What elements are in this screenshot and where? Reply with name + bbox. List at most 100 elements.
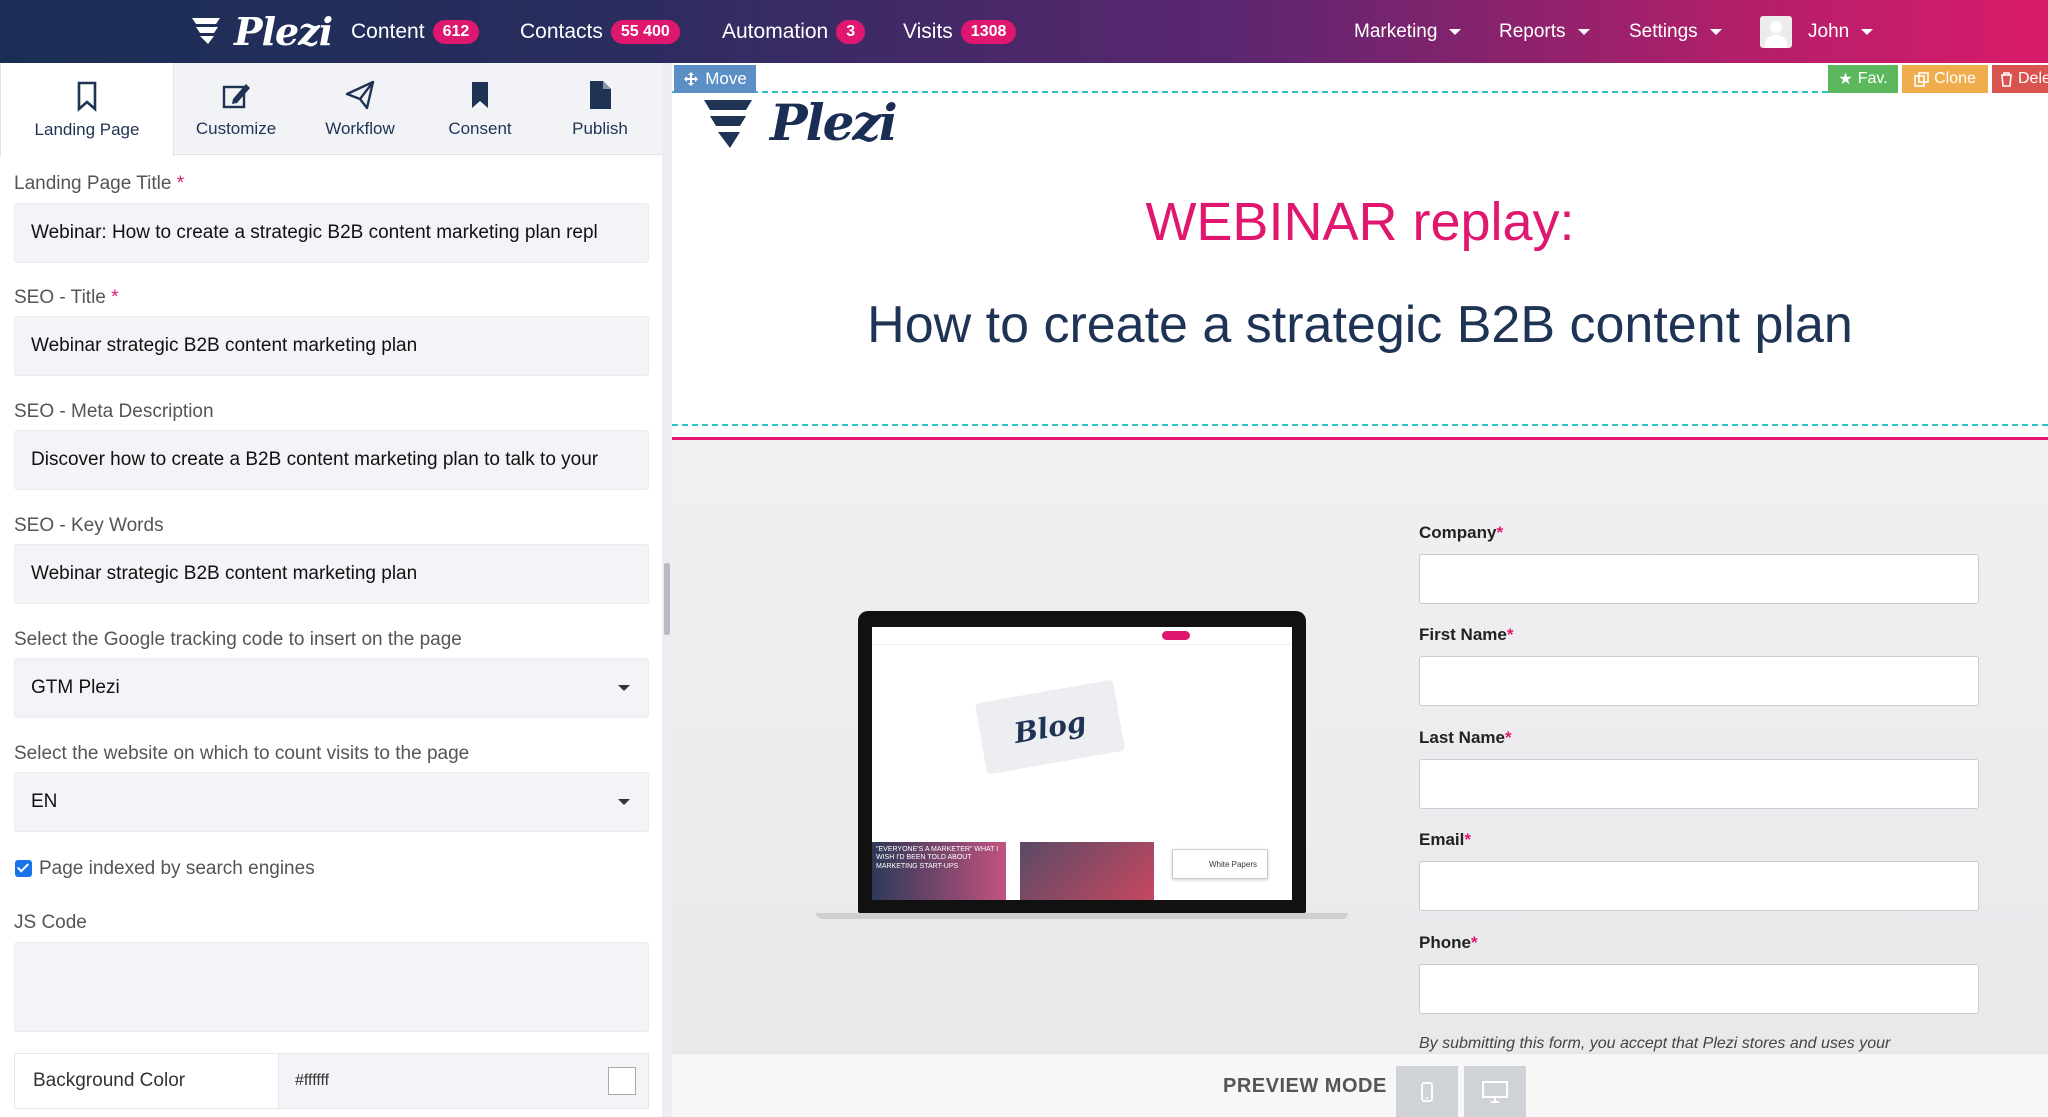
- label-text: Company: [1419, 523, 1497, 542]
- block-border-bottom: [672, 424, 2048, 426]
- background-color-field: Background Color #ffffff: [14, 1053, 649, 1109]
- clone-icon: [1914, 71, 1929, 87]
- label-text: Phone: [1419, 933, 1471, 952]
- color-value: #ffffff: [295, 1072, 330, 1089]
- avatar: [1760, 15, 1792, 48]
- js-code-label: JS Code: [14, 912, 87, 933]
- plezi-logo[interactable]: Plezi: [190, 8, 333, 54]
- select-value: EN: [31, 791, 58, 812]
- chevron-down-icon: [1709, 28, 1722, 35]
- nav-automation[interactable]: Automation 3: [722, 0, 866, 63]
- page-logo-text: Plezi: [770, 93, 898, 152]
- edit-icon: [222, 84, 250, 109]
- file-icon: [590, 81, 611, 109]
- preview-mode-label: PREVIEW MODE: [1223, 1074, 1387, 1097]
- required-marker: *: [1464, 830, 1471, 849]
- seo-title-input[interactable]: Webinar strategic B2B content marketing …: [14, 316, 649, 376]
- landing-page-title-input[interactable]: Webinar: How to create a strategic B2B c…: [14, 203, 649, 263]
- js-code-textarea[interactable]: [14, 942, 649, 1032]
- input-value: Discover how to create a B2B content mar…: [31, 449, 599, 470]
- splitter-handle[interactable]: [664, 563, 670, 635]
- required-marker: *: [111, 287, 119, 308]
- editor-tabs: Landing Page Customize Workflow Consent …: [0, 63, 662, 156]
- nav-contacts-label: Contacts: [520, 19, 603, 43]
- background-color-label: Background Color: [15, 1054, 279, 1108]
- company-label: Company*: [1419, 523, 1503, 543]
- select-value: GTM Plezi: [31, 677, 120, 698]
- plezi-wing-icon: [704, 99, 752, 148]
- chevron-down-icon: [618, 799, 630, 805]
- nav-contacts[interactable]: Contacts 55 400: [520, 0, 680, 63]
- input-value: Webinar strategic B2B content marketing …: [31, 335, 418, 356]
- favorite-label: Fav.: [1857, 70, 1888, 87]
- required-marker: *: [1506, 625, 1514, 644]
- email-input[interactable]: [1419, 861, 1979, 911]
- seo-keywords-label: SEO - Key Words: [14, 515, 164, 536]
- indexed-checkbox[interactable]: [15, 860, 32, 877]
- website-select-label: Select the website on which to count vis…: [14, 743, 470, 764]
- blog-thumbnail: "EVERYONE'S A MARKETER" WHAT I WISH I'D …: [872, 842, 1006, 900]
- website-select[interactable]: EN: [14, 772, 649, 832]
- delete-label: Dele: [2018, 70, 2048, 87]
- label-text: SEO - Title: [14, 287, 106, 308]
- seo-title-label: SEO - Title *: [14, 287, 119, 309]
- mobile-icon: [1421, 1082, 1433, 1102]
- blog-thumbnail-image: [1020, 842, 1154, 900]
- menu-reports[interactable]: Reports: [1499, 0, 1590, 63]
- chevron-down-icon: [1449, 28, 1462, 35]
- menu-settings-label: Settings: [1629, 20, 1698, 42]
- tab-consent[interactable]: Consent: [422, 63, 538, 155]
- nav-visits-count: 1308: [960, 19, 1017, 44]
- move-label: Move: [705, 69, 747, 88]
- background-color-input[interactable]: #ffffff: [279, 1054, 648, 1108]
- last-name-input[interactable]: [1419, 759, 1979, 809]
- preview-mode-bar: PREVIEW MODE: [672, 1053, 2048, 1117]
- plezi-wing-icon: [192, 18, 220, 44]
- required-marker: *: [1470, 933, 1478, 952]
- phone-label: Phone*: [1419, 933, 1478, 953]
- user-name: John: [1808, 20, 1850, 42]
- menu-marketing[interactable]: Marketing: [1354, 0, 1462, 63]
- nav-visits[interactable]: Visits 1308: [903, 0, 1017, 63]
- label-text: Landing Page Title: [14, 173, 172, 194]
- seo-keywords-input[interactable]: Webinar strategic B2B content marketing …: [14, 544, 649, 604]
- menu-marketing-label: Marketing: [1354, 20, 1438, 42]
- landing-page-preview: Move ★ Fav. Clone Dele Plezi WEBINAR rep…: [672, 63, 2048, 1053]
- company-input[interactable]: [1419, 554, 1979, 604]
- menu-settings[interactable]: Settings: [1629, 0, 1722, 63]
- nav-contacts-count: 55 400: [610, 19, 680, 44]
- tab-landing-page[interactable]: Landing Page: [0, 63, 174, 156]
- gtm-select[interactable]: GTM Plezi: [14, 658, 649, 718]
- star-icon: ★: [1838, 71, 1853, 88]
- user-menu[interactable]: John: [1760, 0, 1874, 63]
- move-button[interactable]: Move: [674, 65, 756, 93]
- nav-content-label: Content: [351, 19, 425, 43]
- last-name-label: Last Name*: [1419, 728, 1512, 748]
- desktop-icon: [1482, 1081, 1508, 1103]
- first-name-input[interactable]: [1419, 656, 1979, 706]
- tab-workflow[interactable]: Workflow: [298, 63, 422, 155]
- laptop-screen-content: Blog "EVERYONE'S A MARKETER" WHAT I WISH…: [872, 627, 1292, 900]
- color-swatch[interactable]: [608, 1067, 636, 1095]
- bookmark-icon: [472, 82, 488, 108]
- seo-meta-description-label: SEO - Meta Description: [14, 401, 214, 422]
- paper-plane-icon: [345, 80, 375, 110]
- desktop-preview-button[interactable]: [1464, 1066, 1526, 1117]
- nav-content[interactable]: Content 612: [351, 0, 480, 63]
- email-label: Email*: [1419, 830, 1471, 850]
- delete-button[interactable]: Dele: [1992, 65, 2048, 93]
- mobile-preview-button[interactable]: [1396, 1066, 1458, 1117]
- page-headline: How to create a strategic B2B content pl…: [867, 296, 1853, 354]
- input-value: Webinar strategic B2B content marketing …: [31, 563, 418, 584]
- label-text: First Name: [1419, 625, 1507, 644]
- favorite-button[interactable]: ★ Fav.: [1828, 65, 1898, 93]
- mini-nav: [872, 627, 1292, 645]
- chevron-down-icon: [1577, 28, 1590, 35]
- phone-input[interactable]: [1419, 964, 1979, 1014]
- tab-customize[interactable]: Customize: [174, 63, 298, 155]
- move-icon: [684, 72, 699, 86]
- seo-meta-description-input[interactable]: Discover how to create a B2B content mar…: [14, 430, 649, 490]
- chevron-down-icon: [618, 685, 630, 691]
- clone-button[interactable]: Clone: [1902, 65, 1988, 93]
- tab-publish[interactable]: Publish: [538, 63, 662, 155]
